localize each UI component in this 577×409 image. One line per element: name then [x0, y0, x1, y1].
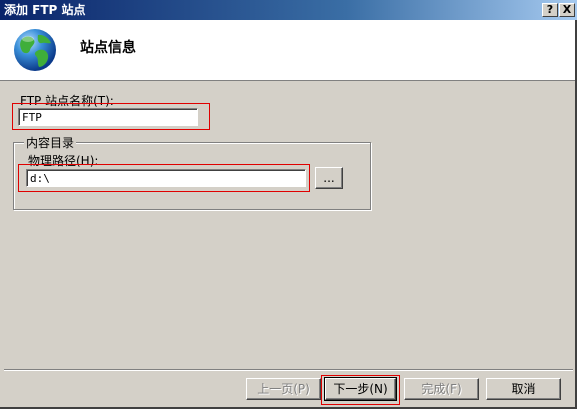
finish-button[interactable]: 完成(F) [404, 378, 479, 400]
physical-path-input[interactable]: d:\ [26, 169, 306, 187]
browse-button[interactable]: ... [315, 167, 343, 189]
wizard-header: 站点信息 [0, 20, 577, 81]
next-button[interactable]: 下一步(N) [324, 377, 397, 401]
help-button[interactable]: ? [542, 3, 558, 17]
content-directory-legend: 内容目录 [24, 134, 77, 151]
add-ftp-site-dialog: 添加 FTP 站点 ? X 站点信息 FTP 站点名称(T): FTP 内容目录… [0, 0, 577, 409]
close-button[interactable]: X [559, 3, 575, 17]
cancel-button[interactable]: 取消 [486, 378, 561, 400]
page-title: 站点信息 [80, 40, 136, 56]
site-name-input[interactable]: FTP [18, 108, 198, 126]
window-title: 添加 FTP 站点 [4, 3, 86, 17]
footer-separator [4, 369, 573, 371]
previous-button[interactable]: 上一页(P) [246, 378, 321, 400]
title-bar: 添加 FTP 站点 ? X [0, 0, 577, 20]
globe-icon [14, 29, 56, 71]
